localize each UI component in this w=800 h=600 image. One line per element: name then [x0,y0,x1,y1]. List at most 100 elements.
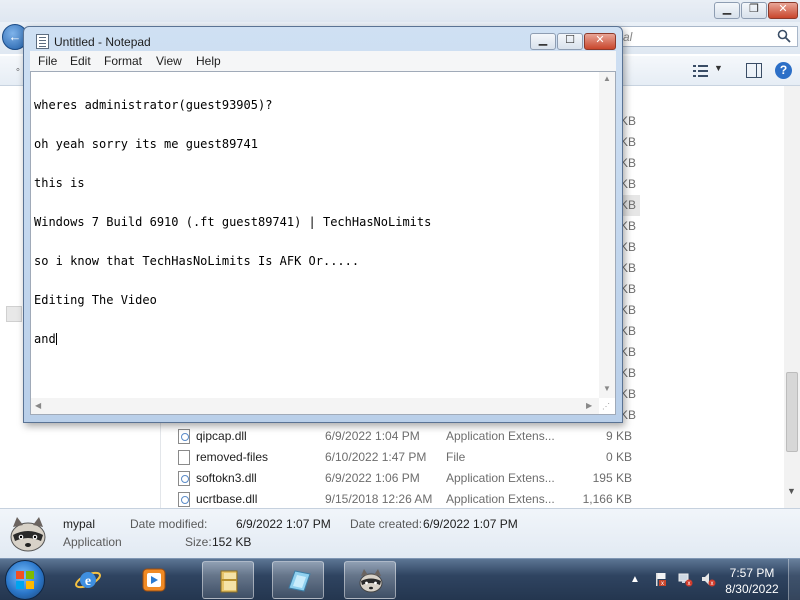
menu-help[interactable]: Help [196,54,221,68]
file-date: 9/15/2018 12:26 AM [325,492,433,506]
resize-grip-icon[interactable]: ⋰ [602,402,610,411]
file-name: qipcap.dll [196,429,247,443]
scroll-up-arrow-icon[interactable]: ▲ [603,74,611,83]
scroll-down-arrow-icon[interactable]: ▼ [787,486,796,496]
show-desktop-button[interactable] [788,559,800,600]
show-hidden-icons-arrow-icon[interactable]: ▲ [630,574,640,585]
notepad-close-button[interactable]: ✕ [584,33,616,50]
file-name: removed-files [196,450,269,464]
file-name: ucrtbase.dll [196,492,258,506]
editor-line[interactable]: this is [34,177,596,190]
minimize-icon: ▁ [538,33,548,46]
menu-file[interactable]: File [38,54,57,68]
network-icon[interactable]: x [677,571,693,587]
volume-icon[interactable]: x [700,571,716,587]
editor-line-current[interactable]: and [34,333,596,346]
scroll-right-arrow-icon[interactable]: ▶ [586,401,592,410]
explorer-titlebar[interactable] [0,0,800,22]
notepad-minimize-button[interactable]: ▁ [530,33,556,50]
file-size: 0 KB [605,450,632,464]
dll-file-icon [178,429,190,444]
details-size-value: 152 KB [212,535,252,549]
editor-line[interactable]: so i know that TechHasNoLimits Is AFK Or… [34,255,596,268]
file-type: File [446,450,466,464]
maximize-icon: ☐ [565,33,575,46]
file-size: 1,166 KB [582,492,632,506]
file-row[interactable]: removed-files 6/10/2022 1:47 PM File 0 KB [170,447,640,468]
editor-line[interactable]: wheres administrator(guest93905)? [34,99,596,112]
details-modified-value[interactable]: 6/9/2022 1:07 PM [236,517,331,531]
raccoon-app-icon [6,513,50,555]
organize-menu-stub[interactable]: ◦ [16,64,20,76]
mypal-raccoon-icon [357,568,385,594]
change-view-icon[interactable] [693,64,709,78]
search-input[interactable]: al [618,26,798,47]
editor-line[interactable]: and [34,332,56,346]
search-placeholder: al [623,30,633,44]
file-date: 6/9/2022 1:06 PM [325,471,420,485]
details-size-label: Size: [185,535,212,549]
explorer-maximize-button[interactable]: ❐ [741,2,767,19]
file-row[interactable]: ucrtbase.dll 9/15/2018 12:26 AM Applicatio… [170,489,640,510]
explorer-minimize-button[interactable]: ▁ [714,2,740,19]
text-caret [55,333,57,345]
scrollbar-thumb[interactable] [786,372,798,452]
notepad-window: Untitled - Notepad ▁ ☐ ✕ File Edit Forma… [23,26,623,423]
scroll-down-arrow-icon[interactable]: ▼ [603,384,611,393]
details-created-value[interactable]: 6/9/2022 1:07 PM [423,517,518,531]
editor-line[interactable]: oh yeah sorry its me guest89741 [34,138,596,151]
internet-explorer-icon: e [74,567,102,593]
details-created-label: Date created: [350,517,423,531]
taskbar-internet-explorer[interactable]: e [62,561,114,599]
taskbar-windows-explorer[interactable] [202,561,254,599]
windows-logo-icon [16,571,34,589]
menu-format[interactable]: Format [104,54,142,68]
explorer-vertical-scrollbar[interactable]: ▼ [784,86,800,508]
details-modified-label: Date modified: [130,517,208,531]
taskbar: e ▲ x x x 7:57 PM 8/30/2022 [0,558,800,600]
editor-text[interactable]: wheres administrator(guest93905)? oh yea… [34,73,596,372]
generic-file-icon [178,450,190,465]
action-center-flag-icon[interactable]: x [653,571,669,587]
minimize-icon: ▁ [722,2,732,15]
editor-line[interactable]: Windows 7 Build 6910 (.ft guest89741) | … [34,216,596,229]
file-size: 195 KB [592,471,632,485]
details-file-name: mypal [63,517,96,531]
notepad-maximize-button[interactable]: ☐ [557,33,583,50]
file-type: Application Extens... [446,471,555,485]
clock-date[interactable]: 8/30/2022 [720,582,784,596]
file-row[interactable]: softokn3.dll 6/9/2022 1:06 PM Application … [170,468,640,489]
taskbar-notepad[interactable] [272,561,324,599]
restore-icon: ❐ [749,2,759,15]
file-size: 9 KB [605,429,632,443]
notepad-vertical-scrollbar[interactable]: ▲ ▼ [599,72,615,398]
help-icon[interactable]: ? [775,62,792,79]
menu-view[interactable]: View [156,54,182,68]
start-button[interactable] [5,560,45,600]
file-row[interactable]: qipcap.dll 6/9/2022 1:04 PM Application Ex… [170,426,640,447]
media-player-icon [140,567,168,593]
notepad-horizontal-scrollbar[interactable]: ◀ ▶ [31,398,599,414]
preview-pane-icon[interactable] [746,63,762,78]
menu-bar: File Edit Format View Help [30,51,616,71]
chevron-down-icon[interactable]: ▼ [714,63,723,73]
file-date: 6/10/2022 1:47 PM [325,450,427,464]
search-icon[interactable] [777,29,793,45]
taskbar-mypal[interactable] [344,561,396,599]
scroll-left-arrow-icon[interactable]: ◀ [35,401,41,410]
details-pane: mypal Application Date modified: 6/9/202… [0,508,800,558]
explorer-folder-icon [215,568,243,594]
explorer-close-button[interactable]: ✕ [768,2,798,19]
text-editor[interactable]: wheres administrator(guest93905)? oh yea… [30,71,616,415]
notepad-icon [285,568,313,594]
navigation-pane-item[interactable] [6,306,22,322]
dll-file-icon [178,471,190,486]
taskbar-media-player[interactable] [128,561,180,599]
clock-time[interactable]: 7:57 PM [720,566,784,580]
close-icon: ✕ [778,2,788,15]
menu-edit[interactable]: Edit [70,54,91,68]
file-type: Application Extens... [446,429,555,443]
file-date: 6/9/2022 1:04 PM [325,429,420,443]
editor-line[interactable]: Editing The Video [34,294,596,307]
notepad-icon[interactable] [36,34,49,49]
